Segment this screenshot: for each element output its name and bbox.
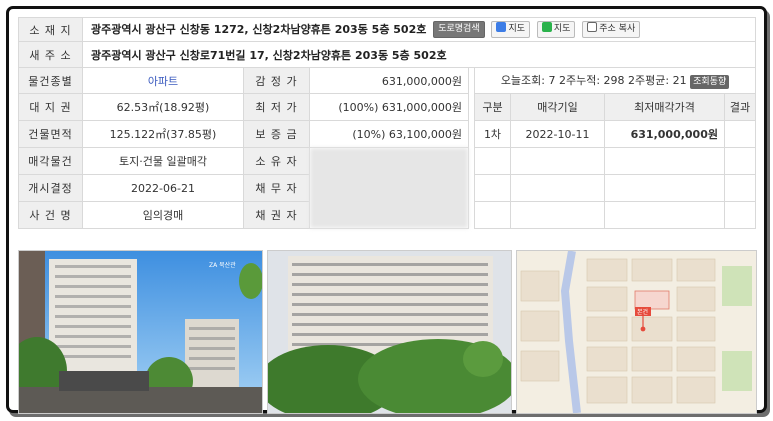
map-marker-label: 본건 [637,308,648,316]
case-value: 임의경매 [82,201,244,229]
copy-address-label: 주소 복사 [599,24,636,35]
photo-sign: ZA 북산관 [209,261,236,269]
address-table: 소 재 지 광주광역시 광산구 신창동 1272, 신창2차남양휴튼 203동 … [18,17,756,68]
appraisal-label: 감 정 가 [243,67,310,94]
history-price: 631,000,000원 [604,120,725,148]
building-label: 건물면적 [18,120,83,148]
start-value: 2022-06-21 [82,174,244,202]
creditor-label: 채 권 자 [243,201,310,229]
location-label: 소 재 지 [18,17,83,42]
building-photo-1[interactable]: ZA 북산관 [18,250,263,414]
type-label: 물건종별 [18,67,83,94]
history-col-round: 구분 [474,93,511,121]
copy-address-button[interactable]: 주소 복사 [582,21,641,39]
min-price-value: (100%) 631,000,000원 [309,93,469,121]
daum-map-icon [496,22,507,33]
owner-label: 소 유 자 [243,147,310,175]
history-date: 2022-10-11 [510,120,605,148]
min-price-label: 최 저 가 [243,93,310,121]
case-label: 사 건 명 [18,201,83,229]
history-table: 오늘조회: 7 2주누적: 298 2주평균: 21 조회동향 구분 매각기일 … [473,67,757,229]
type-value[interactable]: 아파트 [82,67,244,94]
building-photo-2[interactable] [267,250,512,414]
photo-strip: ZA 북산관 본건 [18,250,757,414]
deposit-value: (10%) 63,100,000원 [309,120,469,148]
view-stats: 오늘조회: 7 2주누적: 298 2주평균: 21 조회동향 [473,67,757,94]
daum-map-button[interactable]: 지도 [491,21,531,39]
history-col-date: 매각기일 [510,93,605,121]
road-search-button[interactable]: 도로명검색 [433,21,485,39]
sale-value: 토지·건물 일괄매각 [82,147,244,175]
building-value: 125.122㎡(37.85평) [82,120,244,148]
naver-map-icon [541,22,552,33]
naver-map-button[interactable]: 지도 [536,21,576,39]
history-result [723,120,757,148]
deposit-label: 보 증 금 [243,120,310,148]
detail-table: 물건종별 아파트 감 정 가 631,000,000원 대 지 권 62.53㎡… [18,67,469,229]
debtor-label: 채 무 자 [243,174,310,202]
location-map[interactable]: 본건 [516,250,757,414]
location-cell: 광주광역시 광산구 신창동 1272, 신창2차남양휴튼 203동 5층 502… [82,17,756,42]
view-stats-text: 오늘조회: 7 2주누적: 298 2주평균: 21 [500,74,687,87]
sale-label: 매각물건 [18,147,83,175]
naver-map-label: 지도 [553,24,571,35]
start-label: 개시결정 [18,174,83,202]
view-trend-button[interactable]: 조회동향 [690,75,730,89]
auction-info-frame: 소 재 지 광주광역시 광산구 신창동 1272, 신창2차남양휴튼 203동 … [6,6,767,414]
copy-icon [587,22,598,33]
redacted-parties [309,147,469,229]
new-address-value: 광주광역시 광산구 신창로71번길 17, 신창2차남양휴튼 203동 5층 5… [82,41,756,68]
new-address-label: 새 주 소 [18,41,83,68]
daum-map-label: 지도 [508,24,526,35]
location-address: 광주광역시 광산구 신창동 1272, 신창2차남양휴튼 203동 5층 502… [91,22,427,36]
auction-info-panel: 소 재 지 광주광역시 광산구 신창동 1272, 신창2차남양휴튼 203동 … [18,17,757,414]
appraisal-value: 631,000,000원 [309,67,469,94]
history-col-result: 결과 [723,93,757,121]
history-round: 1차 [474,120,511,148]
land-value: 62.53㎡(18.92평) [82,93,244,121]
history-row: 1차 2022-10-11 631,000,000원 [474,120,757,148]
history-col-price: 최저매각가격 [604,93,725,121]
land-label: 대 지 권 [18,93,83,121]
